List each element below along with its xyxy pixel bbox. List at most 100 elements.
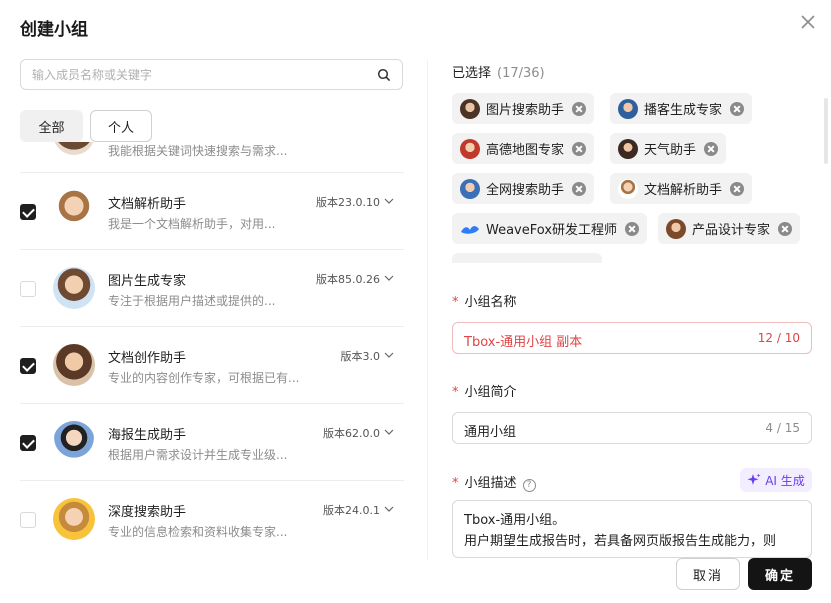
- checkbox[interactable]: [20, 512, 36, 528]
- ai-generate-button[interactable]: AI 生成: [740, 468, 812, 492]
- weavefox-logo-icon: [461, 225, 479, 234]
- avatar: [618, 98, 638, 119]
- assistant-name: 深度搜索助手: [108, 505, 187, 520]
- list-item[interactable]: 我能根据关键词快速搜索与需求...: [20, 142, 404, 173]
- avatar: [53, 344, 95, 386]
- avatar: [53, 498, 95, 540]
- chip-label: 天气助手: [644, 143, 697, 158]
- assistant-name: 文档创作助手: [108, 351, 187, 366]
- checkbox[interactable]: [20, 281, 36, 297]
- selected-count: (17/36): [497, 66, 545, 81]
- version-label[interactable]: 版本23.0.10: [316, 194, 380, 210]
- group-intro-field[interactable]: 通用小组 4 / 15: [452, 412, 812, 444]
- list-item[interactable]: 文档解析助手 我是一个文档解析助手，对用... 版本23.0.10: [20, 173, 404, 250]
- assistant-desc: 我是一个文档解析助手，对用...: [108, 217, 276, 231]
- version-label[interactable]: 版本3.0: [341, 348, 381, 364]
- remove-icon[interactable]: [730, 101, 745, 116]
- chevron-down-icon[interactable]: [384, 273, 394, 283]
- desc-line: Tbox-通用小组。: [464, 513, 566, 528]
- selected-label: 已选择: [452, 66, 492, 81]
- checkbox[interactable]: [20, 204, 36, 220]
- assistant-desc: 我能根据关键词快速搜索与需求...: [108, 144, 288, 158]
- confirm-button[interactable]: 确定: [748, 558, 812, 590]
- cancel-button[interactable]: 取消: [676, 558, 740, 590]
- avatar: [460, 138, 480, 159]
- remove-icon[interactable]: [778, 221, 793, 236]
- selected-chip-partial[interactable]: [452, 253, 602, 263]
- selected-chip[interactable]: 产品设计专家: [658, 213, 801, 244]
- remove-icon[interactable]: [704, 141, 719, 156]
- assistant-list: 我能根据关键词快速搜索与需求... 文档解析助手 我是一个文档解析助手，对用..…: [0, 142, 420, 558]
- close-icon[interactable]: [798, 12, 818, 32]
- group-desc-textarea[interactable]: Tbox-通用小组。 用户期望生成报告时，若具备网页版报告生成能力，则: [452, 500, 812, 558]
- tab-all[interactable]: 全部: [20, 110, 83, 142]
- avatar: [666, 218, 686, 239]
- selected-chip[interactable]: 全网搜索助手: [452, 173, 595, 204]
- chevron-down-icon[interactable]: [384, 196, 394, 206]
- avatar: [53, 142, 95, 155]
- selected-chip[interactable]: 文档解析助手: [610, 173, 753, 204]
- assistant-desc: 专业的内容创作专家，可根据已有...: [108, 371, 300, 385]
- group-intro-value: 通用小组: [464, 425, 517, 440]
- selected-chip[interactable]: 图片搜索助手: [452, 93, 595, 124]
- version-label[interactable]: 版本85.0.26: [316, 271, 380, 287]
- remove-icon[interactable]: [572, 141, 587, 156]
- help-icon[interactable]: ?: [522, 479, 536, 492]
- assistant-name: 海报生成助手: [108, 428, 187, 443]
- remove-icon[interactable]: [572, 101, 587, 116]
- desc-line: 用户期望生成报告时，若具备网页版报告生成能力，则: [464, 534, 777, 549]
- chip-label: 文档解析助手: [644, 183, 723, 198]
- dialog-title: 创建小组: [20, 20, 88, 40]
- assistant-desc: 专注于根据用户描述或提供的...: [108, 294, 276, 308]
- avatar: [53, 267, 95, 309]
- member-search: [20, 59, 403, 90]
- checkbox[interactable]: [20, 358, 36, 374]
- selected-chip[interactable]: WeaveFox研发工程师: [452, 213, 648, 244]
- group-name-label: * 小组名称: [452, 295, 517, 310]
- chip-label: 播客生成专家: [644, 103, 723, 118]
- selected-header: 已选择 (17/36): [452, 62, 545, 81]
- column-divider: [427, 60, 428, 560]
- version-label[interactable]: 版本62.0.0: [323, 425, 380, 441]
- char-count: 12 / 10: [757, 331, 800, 345]
- selected-chip[interactable]: 播客生成专家: [610, 93, 753, 124]
- remove-icon[interactable]: [572, 181, 587, 196]
- chip-label: 全网搜索助手: [486, 183, 565, 198]
- assistant-desc: 根据用户需求设计并生成专业级...: [108, 448, 288, 462]
- remove-icon[interactable]: [625, 221, 640, 236]
- list-item[interactable]: 文档创作助手 专业的内容创作专家，可根据已有... 版本3.0: [20, 327, 404, 404]
- chips-scrollbar[interactable]: [824, 98, 828, 164]
- group-intro-label: * 小组简介: [452, 385, 517, 400]
- search-input[interactable]: [32, 60, 372, 89]
- tab-personal[interactable]: 个人: [90, 110, 152, 142]
- list-item[interactable]: 深度搜索助手 专业的信息检索和资料收集专家... 版本24.0.1: [20, 481, 404, 558]
- group-name-field[interactable]: Tbox-通用小组 副本 12 / 10: [452, 322, 812, 354]
- chip-label: 图片搜索助手: [486, 103, 565, 118]
- checkbox[interactable]: [20, 435, 36, 451]
- selected-chip[interactable]: 高德地图专家: [452, 133, 595, 164]
- ai-generate-label: AI 生成: [765, 473, 805, 488]
- list-item[interactable]: 图片生成专家 专注于根据用户描述或提供的... 版本85.0.26: [20, 250, 404, 327]
- chevron-down-icon[interactable]: [384, 427, 394, 437]
- chevron-down-icon[interactable]: [384, 504, 394, 514]
- remove-icon[interactable]: [730, 181, 745, 196]
- assistant-name: 图片生成专家: [108, 274, 187, 289]
- group-name-value: Tbox-通用小组 副本: [464, 335, 583, 350]
- char-count: 4 / 15: [765, 421, 800, 435]
- list-item[interactable]: 海报生成助手 根据用户需求设计并生成专业级... 版本62.0.0: [20, 404, 404, 481]
- chip-label: WeaveFox研发工程师: [486, 223, 618, 238]
- sparkle-icon: [747, 473, 761, 485]
- avatar: [53, 421, 95, 463]
- version-label[interactable]: 版本24.0.1: [323, 502, 380, 518]
- assistant-desc: 专业的信息检索和资料收集专家...: [108, 525, 288, 539]
- selected-chip[interactable]: 天气助手: [610, 133, 727, 164]
- avatar: [618, 138, 638, 159]
- avatar: [460, 178, 480, 199]
- assistant-name: 文档解析助手: [108, 197, 187, 212]
- chip-label: 高德地图专家: [486, 143, 565, 158]
- avatar: [618, 178, 638, 199]
- chevron-down-icon[interactable]: [384, 350, 394, 360]
- selected-chips: 图片搜索助手 播客生成专家 高德地图专家 天气助手 全网搜索助手 文档解析助手 …: [452, 93, 820, 263]
- avatar: [53, 190, 95, 232]
- search-icon[interactable]: [377, 68, 391, 82]
